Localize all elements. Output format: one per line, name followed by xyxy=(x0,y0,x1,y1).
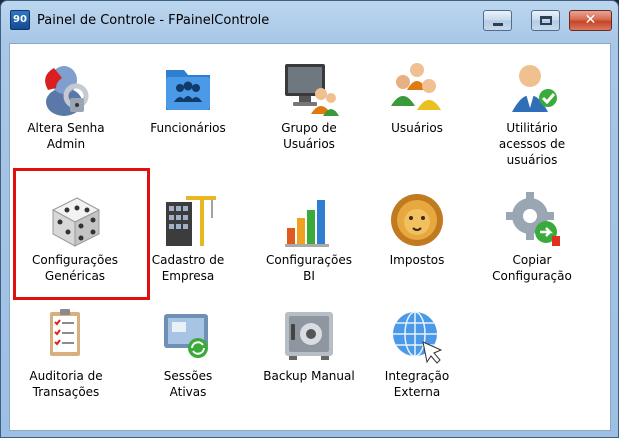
auditoria-transacoes-icon xyxy=(50,309,80,356)
grupo-usuarios-icon xyxy=(285,64,339,116)
app-icon[interactable]: 90 xyxy=(10,10,30,30)
item-label: Integração Externa xyxy=(384,369,450,399)
control-panel-window: 90 Painel de Controle - FPainelControle … xyxy=(0,0,619,438)
window-title: Painel de Controle - FPainelControle xyxy=(37,13,270,28)
item-label: Altera Senha Admin xyxy=(27,121,105,151)
impostos-icon xyxy=(391,194,443,246)
minimize-icon xyxy=(493,23,503,26)
close-button[interactable]: ✕ xyxy=(569,10,612,31)
item-label: Copiar Configuração xyxy=(492,253,572,283)
item-label: Utilitário acessos de usuários xyxy=(498,121,566,167)
item-configuracoes-bi[interactable]: Configurações BI xyxy=(254,188,364,284)
selection-highlight xyxy=(13,168,150,300)
maximize-icon xyxy=(540,16,552,25)
item-label: Impostos xyxy=(389,253,445,267)
item-auditoria-de-transacoes[interactable]: Auditoria de Transações xyxy=(11,304,121,400)
maximize-button[interactable] xyxy=(531,10,560,31)
control-panel-grid: Altera Senha Admin Funcionários Grupo de… xyxy=(9,43,611,431)
item-label: Sessões Ativas xyxy=(163,369,213,399)
item-usuarios[interactable]: Usuários xyxy=(362,56,472,136)
item-altera-senha-admin[interactable]: Altera Senha Admin xyxy=(11,56,121,152)
title-bar[interactable]: 90 Painel de Controle - FPainelControle … xyxy=(1,1,618,43)
backup-manual-icon xyxy=(285,312,333,360)
item-label: Funcionários xyxy=(150,121,226,135)
usuarios-icon xyxy=(391,63,441,110)
cadastro-empresa-icon xyxy=(166,196,216,246)
item-label: Usuários xyxy=(391,121,443,135)
close-icon: ✕ xyxy=(584,12,597,28)
item-label: Grupo de Usuários xyxy=(281,121,337,151)
funcionarios-icon xyxy=(166,70,210,110)
item-copiar-configuracao[interactable]: Copiar Configuração xyxy=(477,188,587,284)
minimize-button[interactable] xyxy=(483,10,512,31)
item-grupo-de-usuarios[interactable]: Grupo de Usuários xyxy=(254,56,364,152)
sessoes-ativas-icon xyxy=(164,314,208,358)
item-label: Backup Manual xyxy=(263,369,355,383)
item-integracao-externa[interactable]: Integração Externa xyxy=(362,304,472,400)
item-label: Configurações BI xyxy=(266,253,352,283)
item-impostos[interactable]: Impostos xyxy=(362,188,472,268)
utilitario-acessos-icon xyxy=(512,65,557,112)
altera-senha-icon xyxy=(45,66,89,116)
item-backup-manual[interactable]: Backup Manual xyxy=(254,304,364,384)
item-funcionarios[interactable]: Funcionários xyxy=(133,56,243,136)
integracao-externa-icon xyxy=(393,311,443,364)
item-utilitario-acessos[interactable]: Utilitário acessos de usuários xyxy=(477,56,587,168)
copiar-configuracao-icon xyxy=(506,192,560,246)
item-label: Auditoria de Transações xyxy=(29,369,103,399)
configuracoes-bi-icon xyxy=(285,200,329,247)
item-sessoes-ativas[interactable]: Sessões Ativas xyxy=(133,304,243,400)
